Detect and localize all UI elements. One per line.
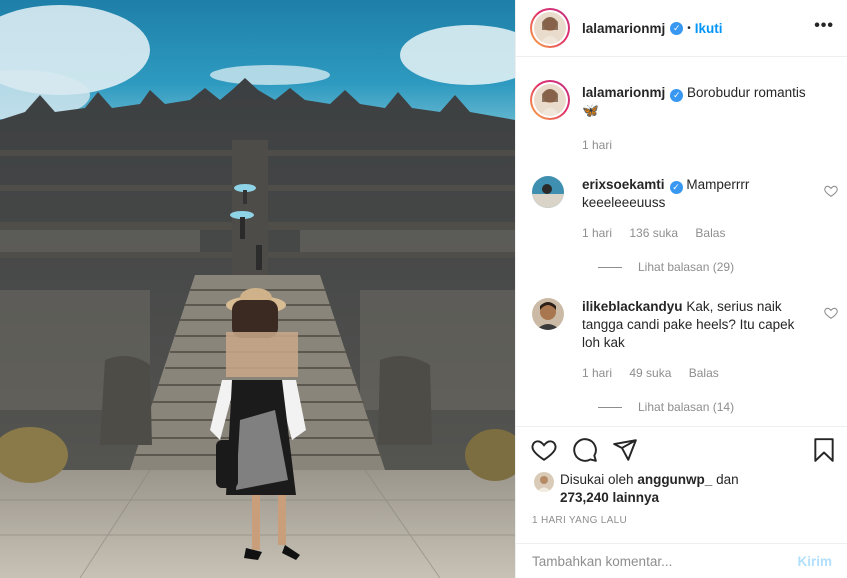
likes-prefix: Disukai oleh	[560, 472, 634, 487]
post-actions: Disukai oleh anggunwp_ dan 273,240 lainn…	[516, 426, 847, 544]
replies-line	[598, 266, 622, 268]
caption-avatar-image	[534, 84, 566, 116]
author-avatar-image	[534, 12, 566, 44]
add-comment-bar: Kirim	[516, 543, 847, 578]
view-replies-button[interactable]: Lihat balasan (29)	[598, 260, 734, 274]
post-photo[interactable]	[0, 0, 515, 578]
post-timestamp[interactable]: 1 HARI YANG LALU	[532, 515, 627, 526]
bookmark-icon[interactable]	[811, 437, 837, 463]
follow-button[interactable]: Ikuti	[695, 21, 723, 36]
caption-body: lalamarionmj ✓ Borobudur romantis 🦋	[582, 84, 812, 120]
commenter-avatar[interactable]	[532, 176, 564, 208]
post-header: lalamarionmj ✓ • Ikuti •••	[516, 0, 847, 57]
comment-icon[interactable]	[572, 437, 598, 463]
caption-time[interactable]: 1 hari	[582, 138, 612, 152]
author-username[interactable]: lalamarionmj	[582, 21, 665, 36]
comment-likes[interactable]: 49 suka	[629, 366, 671, 380]
post-side-panel: lalamarionmj ✓ • Ikuti ••• lalamarionmj …	[515, 0, 847, 578]
reply-button[interactable]: Balas	[689, 366, 719, 380]
commenter-avatar[interactable]	[532, 298, 564, 330]
likes-text: Disukai oleh anggunwp_ dan 273,240 lainn…	[560, 471, 820, 507]
comment-like-heart-icon[interactable]	[824, 184, 838, 198]
likes-others-count[interactable]: 273,240 lainnya	[560, 490, 659, 505]
replies-line	[598, 406, 622, 408]
comment-meta: 1 hari 49 suka Balas	[582, 366, 733, 380]
header-user-line: lalamarionmj ✓ • Ikuti	[582, 21, 723, 36]
caption-username[interactable]: lalamarionmj	[582, 85, 665, 100]
verified-badge-icon: ✓	[670, 21, 684, 35]
likes-conjunction: dan	[716, 472, 739, 487]
paper-plane-icon[interactable]	[612, 437, 638, 463]
commenter-avatar-image	[532, 298, 564, 330]
comment-body: ilikeblackandyu Kak, serius naik tangga …	[582, 298, 812, 352]
liker-username[interactable]: anggunwp_	[637, 472, 712, 487]
view-replies-label: Lihat balasan (14)	[638, 400, 735, 414]
comment-body: erixsoekamti ✓ Mamperrrr keeeleeeuuss	[582, 176, 812, 212]
comment-like-heart-icon[interactable]	[824, 306, 838, 320]
verified-badge-icon: ✓	[669, 180, 683, 194]
liker-avatar-image	[534, 472, 554, 492]
comment-username[interactable]: ilikeblackandyu	[582, 299, 683, 314]
liker-avatar[interactable]	[534, 472, 554, 492]
caption-text: Borobudur romantis	[687, 85, 806, 100]
caption-meta: 1 hari	[582, 138, 626, 152]
view-replies-button[interactable]: Lihat balasan (14)	[598, 400, 734, 414]
post-comment-button[interactable]: Kirim	[797, 554, 832, 569]
borobudur-photo	[0, 0, 515, 578]
comment-list[interactable]: lalamarionmj ✓ Borobudur romantis 🦋 1 har…	[516, 58, 847, 426]
author-avatar[interactable]	[530, 8, 570, 48]
comment-input[interactable]	[532, 553, 798, 569]
comment-meta: 1 hari 136 suka Balas	[582, 226, 739, 240]
verified-badge-icon: ✓	[670, 88, 684, 102]
view-replies-label: Lihat balasan (29)	[638, 260, 735, 274]
comment-likes[interactable]: 136 suka	[629, 226, 678, 240]
reply-button[interactable]: Balas	[695, 226, 725, 240]
heart-icon[interactable]	[531, 437, 557, 463]
butterfly-emoji: 🦋	[582, 103, 599, 118]
comment-username[interactable]: erixsoekamti	[582, 177, 665, 192]
separator-dot: •	[687, 22, 691, 34]
commenter-avatar-image	[532, 176, 564, 208]
post-dialog: lalamarionmj ✓ • Ikuti ••• lalamarionmj …	[0, 0, 847, 578]
more-options-icon[interactable]: •••	[814, 18, 834, 34]
caption-avatar[interactable]	[530, 80, 570, 120]
comment-time[interactable]: 1 hari	[582, 366, 612, 380]
comment-time[interactable]: 1 hari	[582, 226, 612, 240]
